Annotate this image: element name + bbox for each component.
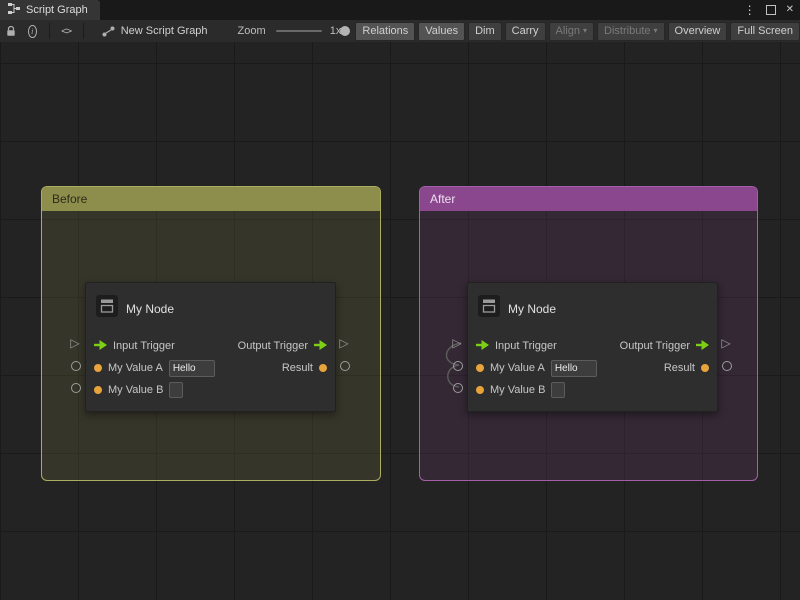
value-b-row: My Value B bbox=[468, 379, 717, 401]
chevron-down-icon: ▾ bbox=[583, 27, 587, 35]
value-a-port-icon[interactable] bbox=[476, 364, 484, 372]
group-before-title: Before bbox=[52, 192, 87, 206]
zoom-slider-knob[interactable] bbox=[340, 26, 350, 36]
dim-button[interactable]: Dim bbox=[468, 22, 502, 41]
value-b-field[interactable] bbox=[169, 382, 183, 398]
menu-icon[interactable]: ⋮ bbox=[744, 4, 756, 16]
value-a-input[interactable] bbox=[551, 360, 597, 377]
values-button[interactable]: Values bbox=[418, 22, 465, 41]
external-value-a-port[interactable] bbox=[71, 361, 81, 371]
result-label: Result bbox=[664, 362, 695, 374]
node-icon bbox=[478, 295, 500, 322]
my-node-before[interactable]: My Node Input Trigger Output Trigger My … bbox=[85, 282, 336, 412]
value-a-label: My Value A bbox=[108, 362, 163, 374]
fullscreen-label: Full Screen bbox=[737, 25, 793, 37]
toolbar-divider bbox=[83, 23, 84, 39]
output-trigger-label: Output Trigger bbox=[620, 340, 690, 352]
graph-name-label: New Script Graph bbox=[121, 25, 208, 37]
window-controls: ⋮ ✕ bbox=[744, 0, 794, 20]
toolbar-divider bbox=[49, 23, 50, 39]
lock-icon[interactable] bbox=[6, 26, 16, 37]
input-trigger-label: Input Trigger bbox=[495, 340, 557, 352]
external-value-a-port[interactable] bbox=[453, 361, 463, 371]
align-label: Align bbox=[556, 25, 580, 37]
value-b-label: My Value B bbox=[490, 384, 545, 396]
value-a-row: My Value A Result bbox=[468, 357, 717, 379]
input-trigger-label: Input Trigger bbox=[113, 340, 175, 352]
relations-label: Relations bbox=[362, 25, 408, 37]
result-port-icon[interactable] bbox=[701, 364, 709, 372]
zoom-slider[interactable] bbox=[276, 30, 322, 32]
value-a-port-icon[interactable] bbox=[94, 364, 102, 372]
external-trigger-in-port[interactable]: ▷ bbox=[451, 337, 463, 349]
carry-button[interactable]: Carry bbox=[505, 22, 546, 41]
value-b-row: My Value B bbox=[86, 379, 335, 401]
tab-bar: Script Graph ⋮ ✕ bbox=[0, 0, 800, 20]
output-trigger-label: Output Trigger bbox=[238, 340, 308, 352]
trigger-in-icon[interactable] bbox=[476, 337, 489, 355]
graph-asset-icon bbox=[102, 26, 115, 37]
trigger-row: Input Trigger Output Trigger bbox=[468, 335, 717, 357]
node-title: My Node bbox=[508, 302, 556, 316]
value-b-port-icon[interactable] bbox=[476, 386, 484, 394]
result-label: Result bbox=[282, 362, 313, 374]
my-node-after[interactable]: My Node Input Trigger Output Trigger My … bbox=[467, 282, 718, 412]
trigger-row: Input Trigger Output Trigger bbox=[86, 335, 335, 357]
node-header: My Node bbox=[86, 283, 335, 322]
value-a-label: My Value A bbox=[490, 362, 545, 374]
overview-button[interactable]: Overview bbox=[668, 22, 728, 41]
node-header: My Node bbox=[468, 283, 717, 322]
node-title: My Node bbox=[126, 302, 174, 316]
external-value-b-port[interactable] bbox=[71, 383, 81, 393]
group-before-header[interactable]: Before bbox=[42, 187, 380, 211]
value-b-label: My Value B bbox=[108, 384, 163, 396]
align-button[interactable]: Align▾ bbox=[549, 22, 594, 41]
zoom-label: Zoom bbox=[238, 25, 266, 37]
external-result-port[interactable] bbox=[340, 361, 350, 371]
maximize-icon[interactable] bbox=[766, 5, 776, 15]
info-icon[interactable]: i bbox=[28, 25, 37, 38]
node-ports: Input Trigger Output Trigger My Value A … bbox=[86, 335, 335, 401]
close-icon[interactable]: ✕ bbox=[786, 5, 794, 15]
code-view-icon[interactable]: <> bbox=[61, 26, 71, 37]
external-trigger-in-port[interactable]: ▷ bbox=[69, 337, 81, 349]
graph-toolbar: i <> New Script Graph Zoom 1x Relations … bbox=[0, 20, 800, 43]
distribute-button[interactable]: Distribute ▾ bbox=[597, 22, 664, 41]
value-a-input[interactable] bbox=[169, 360, 215, 377]
trigger-in-icon[interactable] bbox=[94, 337, 107, 355]
distribute-label: Distribute bbox=[604, 25, 650, 37]
carry-label: Carry bbox=[512, 25, 539, 37]
trigger-out-icon[interactable] bbox=[696, 337, 709, 355]
script-graph-icon bbox=[8, 3, 20, 17]
external-result-port[interactable] bbox=[722, 361, 732, 371]
node-icon bbox=[96, 295, 118, 322]
external-trigger-out-port[interactable]: ▷ bbox=[338, 337, 350, 349]
dim-label: Dim bbox=[475, 25, 495, 37]
fullscreen-button[interactable]: Full Screen bbox=[730, 22, 800, 41]
node-ports: Input Trigger Output Trigger My Value A … bbox=[468, 335, 717, 401]
trigger-out-icon[interactable] bbox=[314, 337, 327, 355]
value-b-field[interactable] bbox=[551, 382, 565, 398]
external-value-b-port[interactable] bbox=[453, 383, 463, 393]
tab-script-graph[interactable]: Script Graph bbox=[0, 0, 100, 20]
tab-title: Script Graph bbox=[26, 4, 88, 16]
relations-button[interactable]: Relations bbox=[355, 22, 415, 41]
chevron-down-icon: ▾ bbox=[654, 27, 658, 35]
group-after-header[interactable]: After bbox=[420, 187, 757, 211]
script-graph-window: Script Graph ⋮ ✕ i <> New Script Graph Z… bbox=[0, 0, 800, 600]
values-label: Values bbox=[425, 25, 458, 37]
value-a-row: My Value A Result bbox=[86, 357, 335, 379]
group-after-title: After bbox=[430, 192, 455, 206]
overview-label: Overview bbox=[675, 25, 721, 37]
value-b-port-icon[interactable] bbox=[94, 386, 102, 394]
result-port-icon[interactable] bbox=[319, 364, 327, 372]
external-trigger-out-port[interactable]: ▷ bbox=[720, 337, 732, 349]
